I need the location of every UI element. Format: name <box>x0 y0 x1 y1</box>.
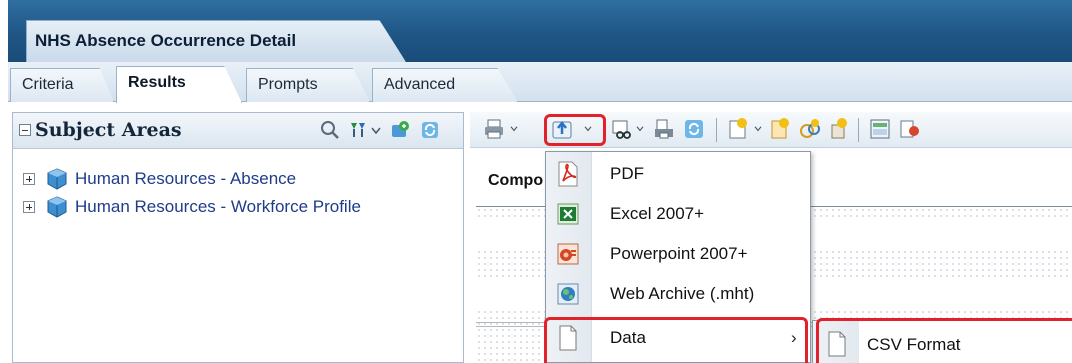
chevron-down-icon[interactable] <box>371 127 381 135</box>
web-archive-icon <box>557 283 579 305</box>
subject-area-cube-icon <box>47 196 67 218</box>
expand-icon[interactable] <box>23 173 35 185</box>
chevron-down-icon[interactable] <box>754 126 762 132</box>
subject-area-properties-icon[interactable] <box>389 119 411 141</box>
menu-item-pdf[interactable]: PDF <box>546 154 810 194</box>
tab-criteria[interactable]: Criteria <box>10 68 114 102</box>
new-selection-step-icon[interactable] <box>826 117 850 141</box>
more-toolbar-icon[interactable] <box>898 117 922 141</box>
view-results-icon[interactable] <box>610 117 634 141</box>
chevron-down-icon[interactable] <box>636 126 644 132</box>
search-icon[interactable] <box>319 119 341 141</box>
menu-item-label: Powerpoint 2007+ <box>610 244 748 263</box>
title-band: NHS Absence Occurrence Detail <box>8 0 1072 62</box>
tree-item-label[interactable]: Human Resources - Absence <box>75 169 296 189</box>
new-group-icon[interactable] <box>798 117 822 141</box>
excel-icon <box>557 203 579 225</box>
export-icon[interactable] <box>550 117 574 141</box>
print-icon[interactable] <box>482 117 506 141</box>
subject-area-cube-icon <box>47 168 67 190</box>
subject-areas-header: Subject Areas <box>13 113 463 149</box>
chevron-down-icon[interactable] <box>584 126 592 132</box>
data-item-highlight <box>544 317 808 363</box>
analysis-title-tab[interactable]: NHS Absence Occurrence Detail <box>26 20 406 62</box>
tree-item[interactable]: Human Resources - Workforce Profile <box>23 195 463 219</box>
compound-layout-label: Compo <box>488 172 544 189</box>
edit-analysis-properties-icon[interactable] <box>868 117 892 141</box>
expand-icon[interactable] <box>23 201 35 213</box>
subject-areas-title: Subject Areas <box>35 119 182 141</box>
tab-results[interactable]: Results <box>116 66 242 103</box>
chevron-down-icon[interactable] <box>510 126 518 132</box>
menu-item-excel[interactable]: Excel 2007+ <box>546 194 810 234</box>
editor-tabs: Criteria Results Prompts Advanced <box>8 62 1072 103</box>
tree-item[interactable]: Human Resources - Absence <box>23 167 463 191</box>
toolbar-separator <box>716 118 717 142</box>
subject-areas-panel: Subject Areas Human Resources - Absence … <box>12 112 464 363</box>
new-view-icon[interactable] <box>726 117 750 141</box>
results-toolbar <box>470 112 1072 148</box>
tab-advanced[interactable]: Advanced <box>372 68 518 102</box>
toolbar-separator <box>858 118 859 142</box>
menu-item-label: Web Archive (.mht) <box>610 284 755 303</box>
menu-item-powerpoint[interactable]: Powerpoint 2007+ <box>546 234 810 274</box>
powerpoint-icon <box>557 243 579 265</box>
tree-item-label[interactable]: Human Resources - Workforce Profile <box>75 197 361 217</box>
refresh-icon[interactable] <box>419 119 441 141</box>
collapse-panel-icon[interactable] <box>19 124 31 136</box>
add-subject-area-icon[interactable] <box>347 119 369 141</box>
menu-item-web-archive[interactable]: Web Archive (.mht) <box>546 274 810 314</box>
csv-item-highlight <box>816 318 1072 363</box>
printable-html-icon[interactable] <box>652 117 676 141</box>
tab-prompts[interactable]: Prompts <box>246 68 370 102</box>
new-calculated-item-icon[interactable] <box>768 117 792 141</box>
menu-item-label: Excel 2007+ <box>610 204 705 223</box>
pdf-icon <box>558 161 578 187</box>
menu-item-label: PDF <box>610 164 644 183</box>
refresh-icon[interactable] <box>682 117 706 141</box>
